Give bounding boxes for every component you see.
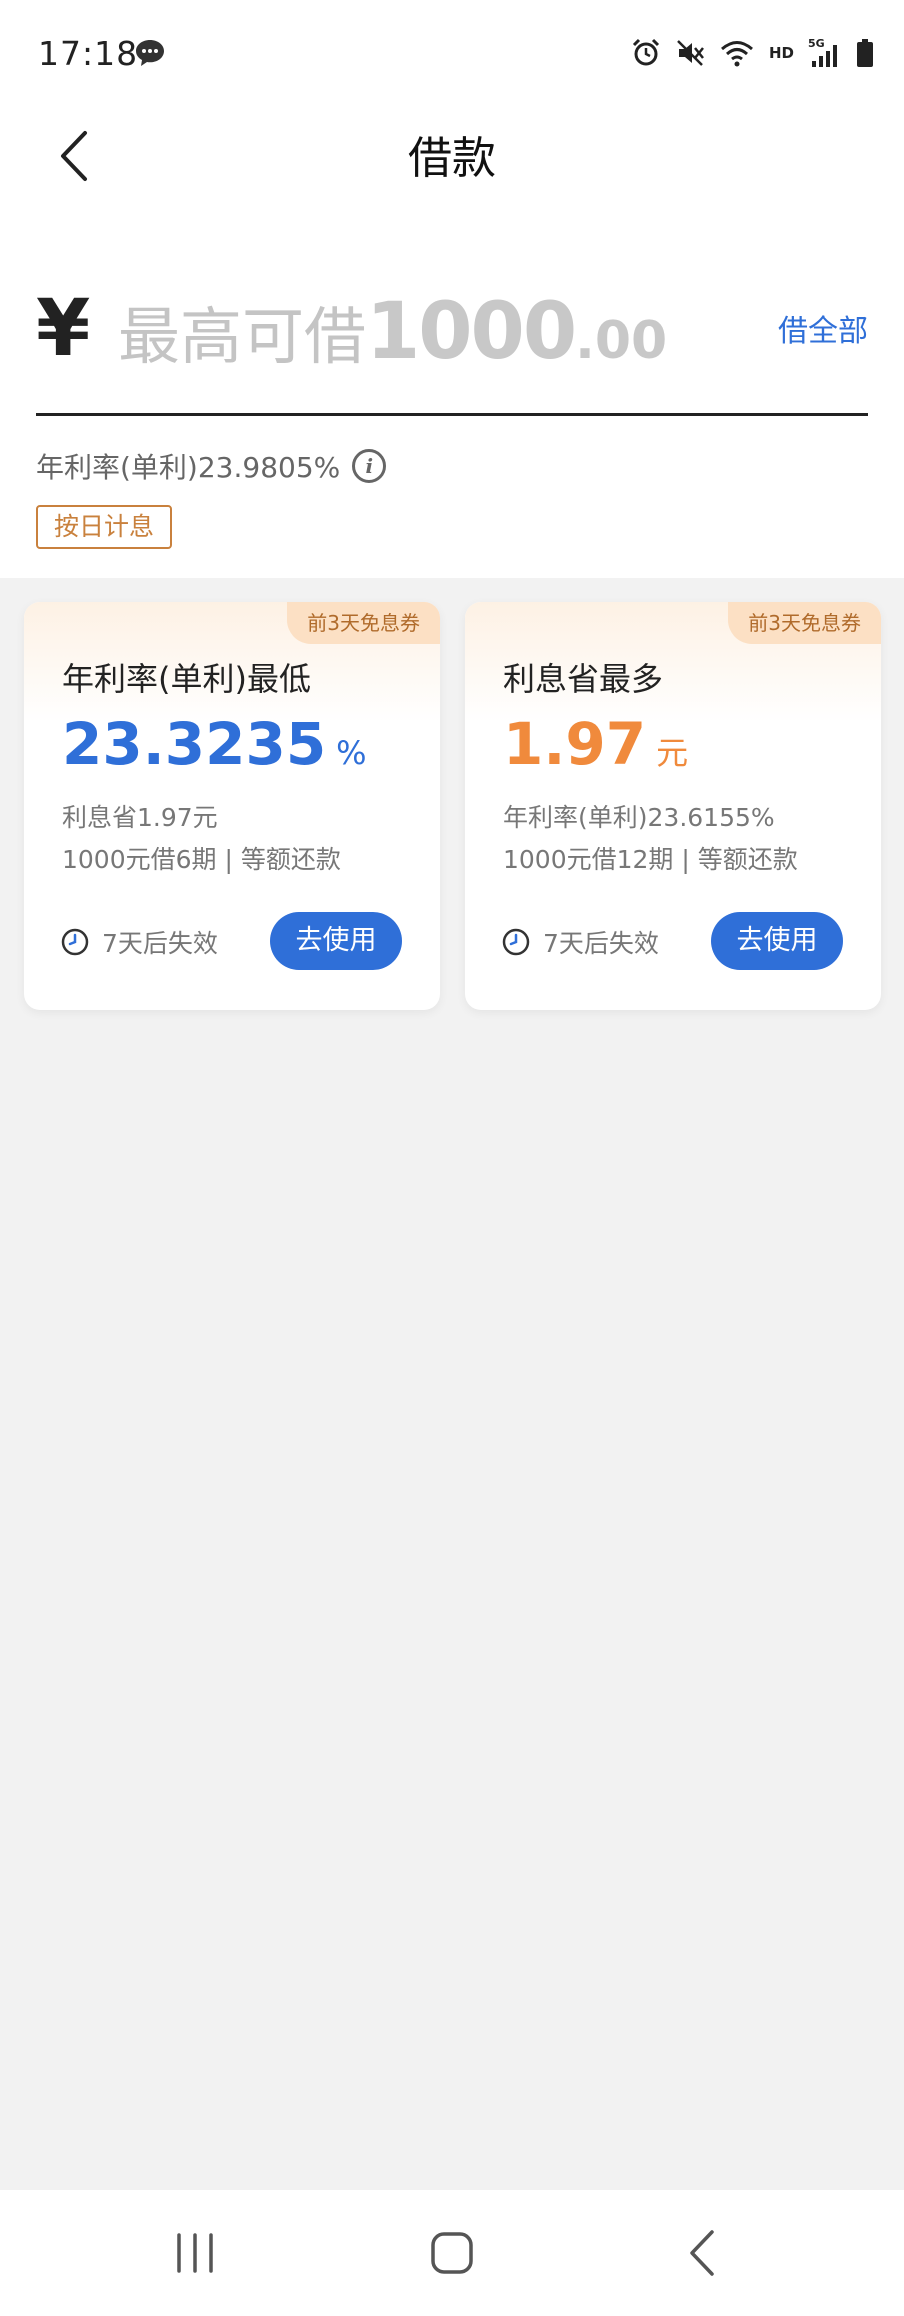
- chevron-left-icon: [690, 2230, 714, 2276]
- wifi-icon: [721, 41, 753, 67]
- amount-input[interactable]: 最高可借 1000 .00: [118, 286, 678, 386]
- amount-placeholder-amount: 1000: [366, 287, 577, 377]
- card-detail-line1: 利息省1.97元: [62, 803, 218, 832]
- status-bar: 17:18 HD 5G: [0, 0, 904, 110]
- alarm-icon: [632, 38, 660, 66]
- card-detail-line2: 1000元借12期 | 等额还款: [503, 845, 798, 874]
- use-coupon-button[interactable]: 去使用: [270, 912, 402, 970]
- coupon-card-most-savings[interactable]: 前3天免息券 利息省最多 1.97 元 年利率(单利)23.6155% 1000…: [465, 602, 881, 1010]
- chat-bubble-icon: [134, 38, 166, 68]
- system-back-button[interactable]: [642, 2190, 762, 2316]
- page-title: 借款: [408, 133, 496, 184]
- annual-rate-text: 年利率(单利)23.9805%: [36, 451, 341, 484]
- recent-apps-icon: [177, 2233, 213, 2273]
- coupon-badge: 前3天免息券: [728, 602, 881, 644]
- card-expire-text: 7天后失效: [102, 929, 218, 958]
- card-main-number: 23.3235: [62, 710, 327, 778]
- card-detail-line2: 1000元借6期 | 等额还款: [62, 845, 341, 874]
- battery-icon: [857, 39, 873, 67]
- mute-icon: [677, 40, 704, 66]
- currency-symbol: ¥: [36, 284, 91, 374]
- card-main-value: 23.3235 %: [62, 710, 367, 778]
- card-main-value: 1.97 元: [503, 710, 688, 778]
- coupon-card-lowest-rate[interactable]: 前3天免息券 年利率(单利)最低 23.3235 % 利息省1.97元 1000…: [24, 602, 440, 1010]
- daily-interest-tag: 按日计息: [36, 505, 173, 549]
- card-title: 利息省最多: [503, 660, 664, 698]
- amount-input-row: ¥ 最高可借 1000 .00 借全部: [36, 270, 868, 416]
- clock-icon: [61, 928, 89, 956]
- coupon-badge: 前3天免息券: [287, 602, 440, 644]
- card-expire: 7天后失效: [60, 924, 218, 960]
- card-main-unit: 元: [656, 734, 689, 772]
- card-expire-text: 7天后失效: [543, 929, 659, 958]
- use-coupon-button[interactable]: 去使用: [711, 912, 843, 970]
- status-time: 17:18: [38, 34, 139, 73]
- borrow-all-button[interactable]: 借全部: [778, 306, 868, 350]
- clock-icon: [502, 928, 530, 956]
- card-expire: 7天后失效: [501, 924, 659, 960]
- signal-label: 5G: [808, 37, 825, 50]
- home-icon: [431, 2232, 473, 2274]
- system-nav-bar: [0, 2190, 904, 2316]
- card-title: 年利率(单利)最低: [62, 660, 311, 698]
- info-icon[interactable]: i: [352, 449, 387, 483]
- amount-placeholder-decimal: .00: [575, 311, 668, 371]
- annual-rate-line: 年利率(单利)23.9805% i: [36, 446, 387, 486]
- recent-apps-button[interactable]: [135, 2190, 255, 2316]
- amount-placeholder-text: 最高可借: [118, 300, 367, 373]
- network-hd-label: HD: [768, 44, 794, 62]
- card-main-number: 1.97: [503, 710, 647, 778]
- nav-bar: 借款: [0, 110, 904, 210]
- card-detail-line1: 年利率(单利)23.6155%: [503, 803, 775, 832]
- home-button[interactable]: [392, 2190, 512, 2316]
- card-main-unit: %: [336, 734, 367, 772]
- status-icons: HD 5G: [631, 36, 874, 70]
- signal-icon: 5G: [808, 37, 837, 67]
